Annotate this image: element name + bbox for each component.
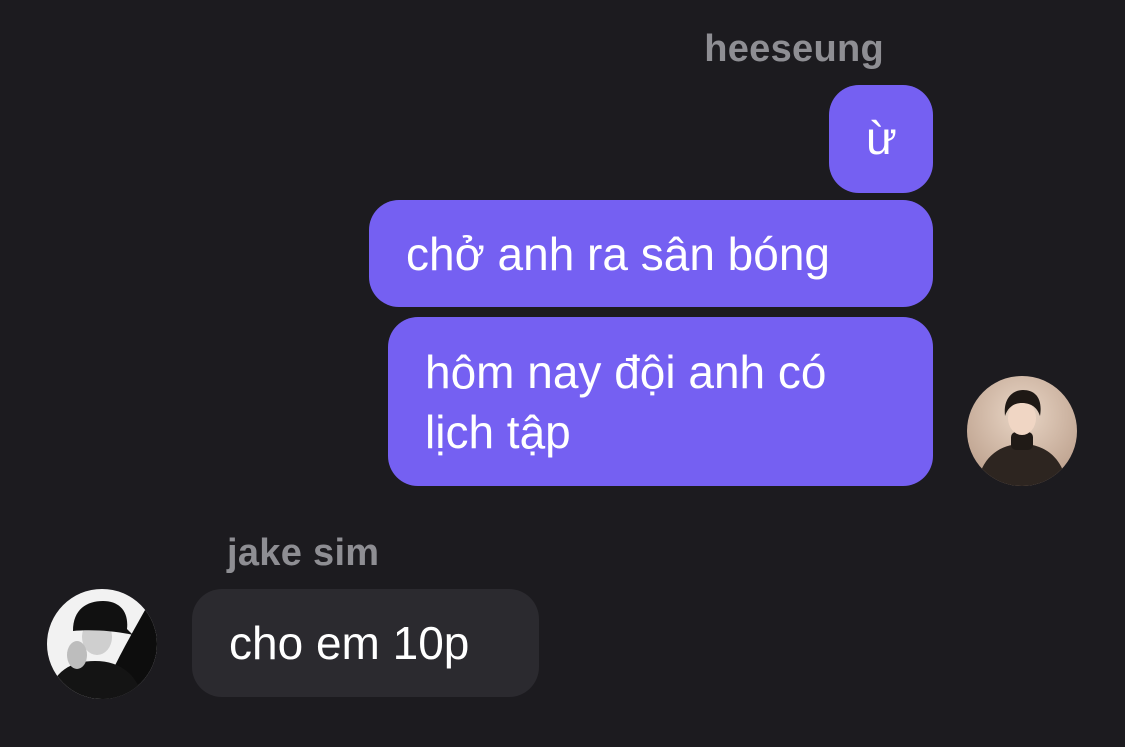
sender-name-heeseung: heeseung: [704, 28, 884, 70]
message-bubble-outgoing[interactable]: hôm nay đội anh có lịch tập: [388, 317, 933, 486]
message-bubble-incoming[interactable]: cho em 10p: [192, 589, 539, 697]
person-avatar-icon: [967, 376, 1077, 486]
avatar-heeseung[interactable]: [967, 376, 1077, 486]
sender-name-jake-sim: jake sim: [227, 532, 380, 574]
avatar-jake-sim[interactable]: [47, 589, 157, 699]
person-avatar-icon: [47, 589, 157, 699]
message-bubble-outgoing[interactable]: ừ: [829, 85, 933, 193]
message-bubble-outgoing[interactable]: chở anh ra sân bóng: [369, 200, 933, 307]
